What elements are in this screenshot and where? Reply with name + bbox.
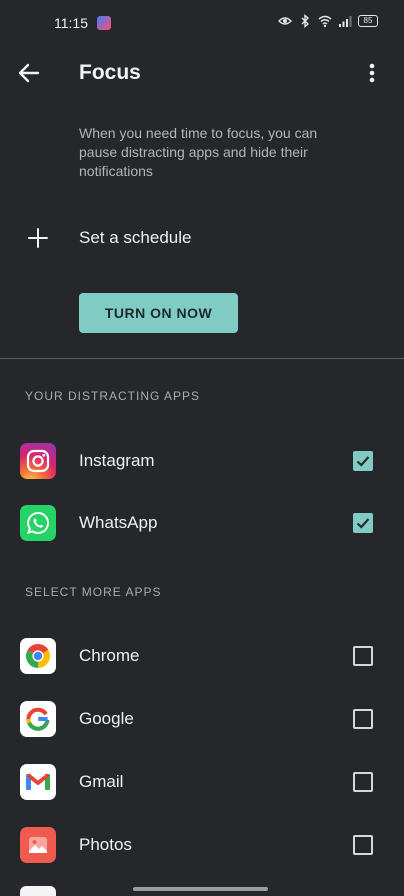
app-checkbox-checked[interactable] bbox=[353, 513, 373, 533]
app-name: Chrome bbox=[79, 646, 140, 665]
app-row-whatsapp[interactable]: WhatsApp bbox=[0, 498, 404, 552]
status-icons: 85 bbox=[278, 14, 378, 28]
app-name: WhatsApp bbox=[79, 513, 158, 532]
app-row-photos[interactable]: Photos bbox=[0, 820, 404, 874]
home-indicator[interactable] bbox=[133, 887, 268, 891]
wifi-icon bbox=[318, 15, 332, 28]
battery-icon: 85 bbox=[358, 15, 378, 27]
app-name: Photos bbox=[79, 835, 132, 854]
app-checkbox-checked[interactable] bbox=[353, 451, 373, 471]
select-more-apps-heading: SELECT MORE APPS bbox=[25, 585, 162, 599]
back-arrow-icon[interactable] bbox=[16, 60, 42, 86]
app-checkbox-unchecked[interactable] bbox=[353, 646, 373, 666]
chrome-icon bbox=[20, 638, 56, 674]
app-row-gmail[interactable]: Gmail bbox=[0, 757, 404, 811]
app-name: Google bbox=[79, 709, 134, 728]
notification-app-icon bbox=[97, 16, 111, 30]
app-checkbox-unchecked[interactable] bbox=[353, 835, 373, 855]
app-name: Instagram bbox=[79, 451, 155, 470]
instagram-icon bbox=[20, 443, 56, 479]
focus-screen: 11:15 85 Focus When you need time to foc… bbox=[0, 0, 404, 896]
set-schedule-row[interactable]: Set a schedule bbox=[0, 214, 404, 262]
app-checkbox-unchecked[interactable] bbox=[353, 772, 373, 792]
turn-on-now-button[interactable]: TURN ON NOW bbox=[79, 293, 238, 333]
gmail-icon bbox=[20, 764, 56, 800]
more-options-icon[interactable] bbox=[362, 60, 382, 86]
set-schedule-label: Set a schedule bbox=[79, 228, 192, 247]
status-time: 11:15 bbox=[54, 15, 88, 31]
checkmark-icon bbox=[356, 518, 370, 529]
focus-description: When you need time to focus, you can pau… bbox=[79, 125, 318, 179]
google-icon bbox=[20, 701, 56, 737]
signal-icon bbox=[339, 16, 352, 27]
checkmark-icon bbox=[356, 456, 370, 467]
app-row-instagram[interactable]: Instagram bbox=[0, 436, 404, 490]
section-divider bbox=[0, 358, 404, 359]
next-app-icon-partial bbox=[20, 886, 56, 896]
status-bar: 11:15 85 bbox=[0, 0, 404, 46]
app-checkbox-unchecked[interactable] bbox=[353, 709, 373, 729]
photos-icon bbox=[20, 827, 56, 863]
distracting-apps-heading: YOUR DISTRACTING APPS bbox=[25, 389, 201, 403]
eye-comfort-icon bbox=[278, 17, 292, 25]
plus-icon bbox=[28, 228, 48, 248]
app-row-google[interactable]: Google bbox=[0, 694, 404, 748]
page-title: Focus bbox=[79, 61, 141, 84]
app-name: Gmail bbox=[79, 772, 124, 791]
app-row-chrome[interactable]: Chrome bbox=[0, 631, 404, 685]
whatsapp-icon bbox=[20, 505, 56, 541]
bluetooth-icon bbox=[301, 14, 310, 28]
